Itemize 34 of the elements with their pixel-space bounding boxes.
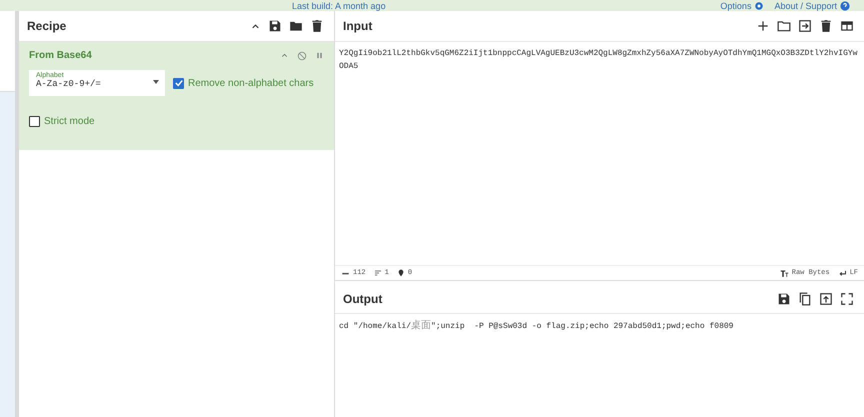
about-link[interactable]: About / Support (774, 0, 837, 10)
pause-icon[interactable] (315, 50, 324, 60)
lines-icon[interactable] (374, 269, 382, 277)
trash-icon[interactable] (310, 19, 324, 33)
plus-icon[interactable] (756, 19, 770, 33)
text-size-icon[interactable] (780, 268, 789, 278)
input-text[interactable]: Y2QgIi9ob21lL2thbGkv5qGM6Z2iIjt1bnppcCAgLVAgUEBzU3cwM2QgLW8gZmxhZy56aXA7ZWNobyAyOTdhYmQ1MGQxO3B3ZDtlY2hvIGYwODA5 (335, 42, 864, 78)
folder-icon[interactable] (289, 19, 303, 33)
return-icon[interactable] (838, 268, 847, 278)
maximise-icon[interactable] (840, 292, 854, 306)
disable-icon[interactable] (297, 50, 307, 60)
build-info: Last build: A month ago (292, 0, 386, 10)
checkbox-label: Remove non-alphabet chars (188, 78, 314, 88)
checkbox[interactable] (29, 116, 40, 127)
output-text: cd "/home/kali/桌面";unzip -P P@sSw03d -o flag.zip;echo 297abd50d1;pwd;echo f0809 (338, 318, 734, 333)
help-icon[interactable] (840, 0, 850, 10)
input-title: Input (343, 19, 372, 33)
recipe-title: Recipe (27, 19, 66, 33)
save-icon[interactable] (777, 292, 791, 306)
folder-icon[interactable] (777, 19, 791, 33)
checkbox-label: Strict mode (44, 116, 95, 127)
pin-icon[interactable] (396, 269, 405, 277)
options-link[interactable]: Options (720, 0, 752, 10)
replace-input-icon[interactable] (819, 292, 833, 306)
operation-title: From Base64 (29, 50, 92, 61)
checkbox[interactable] (173, 78, 184, 88)
trash-icon[interactable] (819, 19, 833, 33)
save-icon[interactable] (268, 19, 282, 33)
layout-icon[interactable] (840, 19, 854, 33)
output-title: Output (343, 292, 382, 306)
copy-icon[interactable] (798, 292, 812, 306)
settings-icon[interactable] (754, 0, 764, 10)
caret-icon[interactable] (153, 80, 159, 84)
import-icon[interactable] (798, 19, 812, 33)
